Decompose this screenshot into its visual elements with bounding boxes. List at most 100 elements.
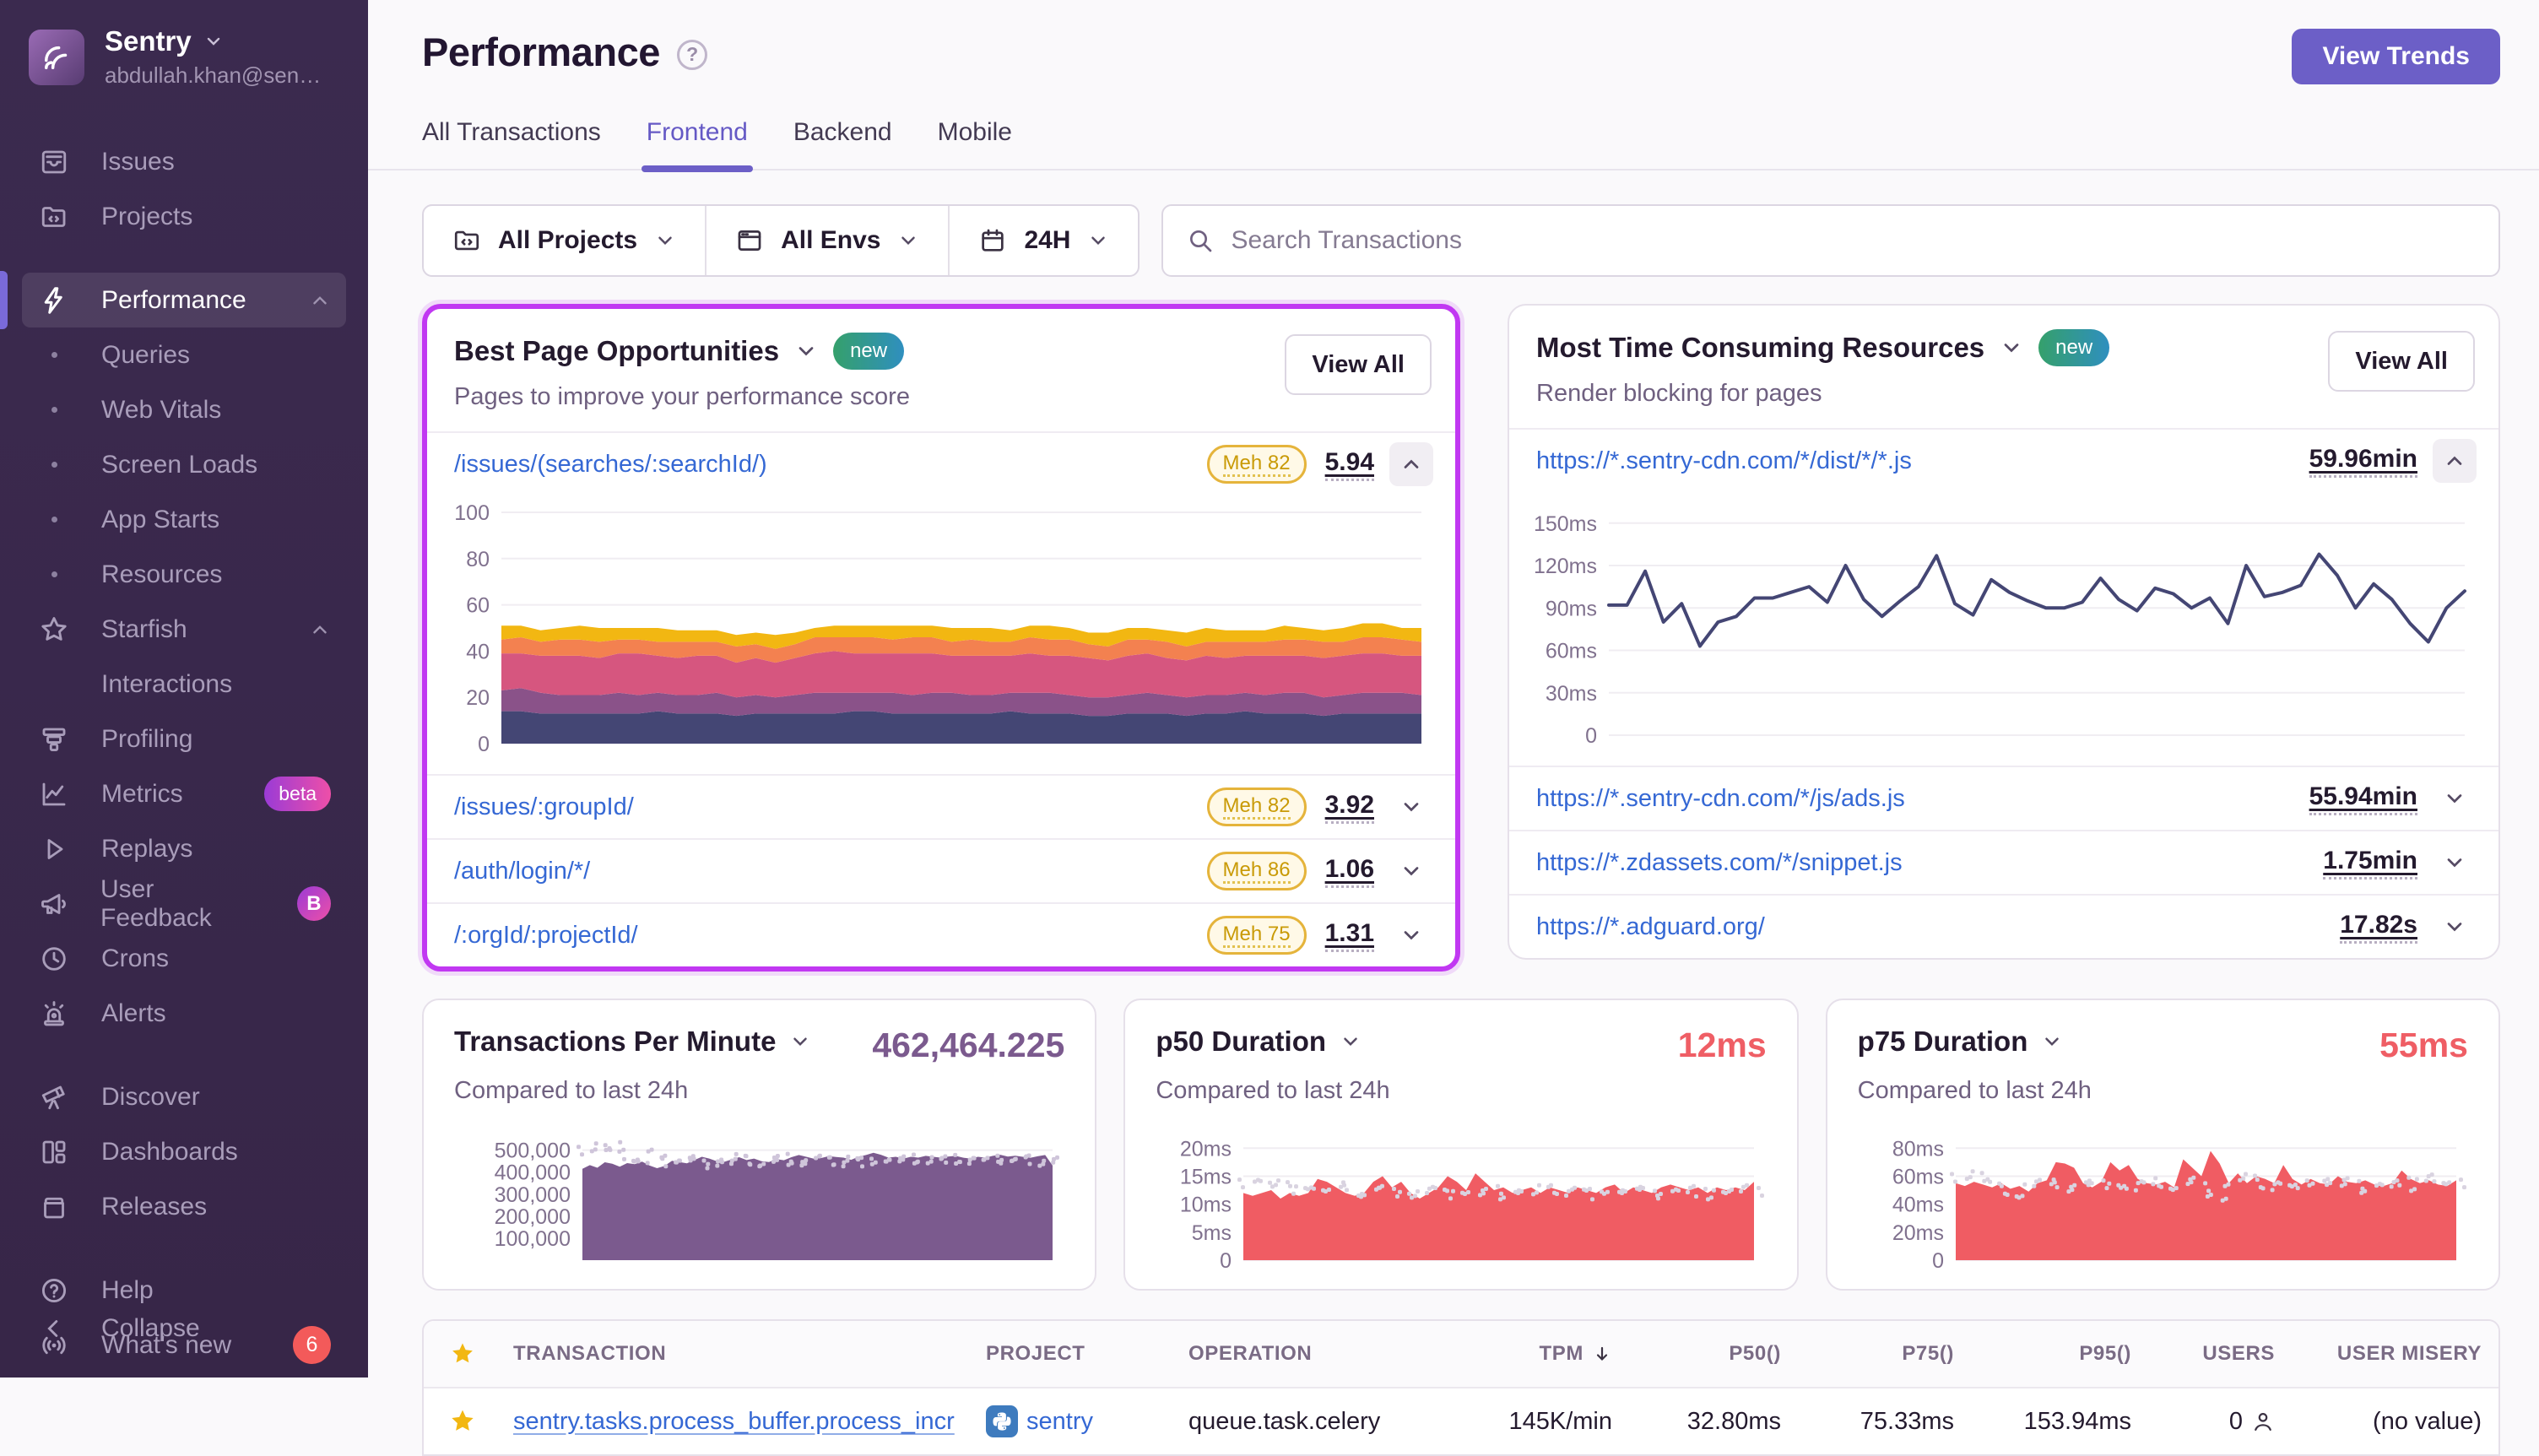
- opportunity-value[interactable]: 1.06: [1325, 855, 1374, 888]
- svg-text:80: 80: [466, 548, 490, 571]
- expand-row-button[interactable]: [1389, 785, 1433, 829]
- view-trends-button[interactable]: View Trends: [2292, 29, 2500, 84]
- tab-all-transactions[interactable]: All Transactions: [422, 118, 601, 169]
- resource-value[interactable]: 17.82s: [2340, 911, 2417, 944]
- col-p75[interactable]: P75(): [1793, 1342, 1966, 1366]
- star-icon: [450, 1341, 475, 1367]
- resource-value[interactable]: 1.75min: [2323, 847, 2417, 880]
- opportunity-value[interactable]: 3.92: [1325, 791, 1374, 824]
- transaction-link[interactable]: sentry.tasks.process_buffer.process_incr: [513, 1408, 955, 1436]
- page-title: Performance ?: [422, 29, 707, 75]
- col-project[interactable]: PROJECT: [974, 1342, 1177, 1366]
- view-all-button[interactable]: View All: [2328, 331, 2475, 392]
- projects-icon: [35, 202, 73, 232]
- help-icon[interactable]: ?: [677, 40, 707, 70]
- sidebar-item-app-starts[interactable]: App Starts: [22, 492, 346, 547]
- telescope-icon: [35, 1082, 73, 1112]
- sidebar-item-label: Resources: [101, 560, 222, 589]
- page-link[interactable]: /issues/(searches/:searchId/): [454, 451, 1207, 479]
- sidebar-item-user-feedback[interactable]: User FeedbackB: [22, 876, 346, 931]
- sidebar-item-discover[interactable]: Discover: [22, 1069, 346, 1124]
- expand-row-button[interactable]: [2433, 905, 2477, 949]
- svg-text:10ms: 10ms: [1180, 1193, 1232, 1217]
- transactions-table: TRANSACTION PROJECT OPERATION TPM P50() …: [422, 1319, 2500, 1456]
- resource-value[interactable]: 55.94min: [2309, 782, 2417, 815]
- col-p50[interactable]: P50(): [1624, 1342, 1793, 1366]
- sidebar-item-web-vitals[interactable]: Web Vitals: [22, 382, 346, 437]
- date-range-filter[interactable]: 24H: [950, 206, 1138, 275]
- page-link[interactable]: /issues/:groupId/: [454, 793, 1207, 821]
- expand-row-button[interactable]: [1389, 913, 1433, 957]
- favorite-toggle[interactable]: [424, 1408, 501, 1435]
- sidebar-item-resources[interactable]: Resources: [22, 547, 346, 602]
- col-tpm[interactable]: TPM: [1455, 1342, 1624, 1366]
- col-operation[interactable]: OPERATION: [1177, 1342, 1455, 1366]
- star-column-header[interactable]: [424, 1341, 501, 1367]
- svg-text:30ms: 30ms: [1546, 682, 1597, 706]
- view-all-button[interactable]: View All: [1285, 334, 1432, 395]
- opportunity-row: /issues/(searches/:searchId/) Meh 82 5.9…: [427, 431, 1455, 495]
- sidebar-item-crons[interactable]: Crons: [22, 931, 346, 986]
- sidebar-item-dashboards[interactable]: Dashboards: [22, 1124, 346, 1179]
- expand-row-button[interactable]: [1389, 849, 1433, 893]
- sidebar-item-projects[interactable]: Projects: [22, 189, 346, 244]
- opportunity-value[interactable]: 1.31: [1325, 919, 1374, 952]
- org-switcher[interactable]: Sentry abdullah.khan@sen…: [22, 25, 346, 89]
- filter-bar: All Projects All Envs 24H: [422, 204, 1140, 277]
- sidebar-item-metrics[interactable]: Metricsbeta: [22, 766, 346, 821]
- tab-frontend[interactable]: Frontend: [647, 118, 748, 169]
- resource-link[interactable]: https://*.adguard.org/: [1536, 913, 2340, 941]
- col-users[interactable]: USERS: [2143, 1342, 2287, 1366]
- svg-text:100: 100: [454, 502, 490, 525]
- search-input[interactable]: [1231, 226, 2475, 255]
- opportunity-value[interactable]: 5.94: [1325, 448, 1374, 481]
- resource-link[interactable]: https://*.sentry-cdn.com/*/js/ads.js: [1536, 785, 2309, 813]
- resource-value[interactable]: 59.96min: [2309, 445, 2417, 478]
- sidebar-item-releases[interactable]: Releases: [22, 1179, 346, 1234]
- page-link[interactable]: /:orgId/:projectId/: [454, 922, 1207, 950]
- chevron-down-icon[interactable]: [1340, 1031, 1362, 1053]
- page-link[interactable]: /auth/login/*/: [454, 858, 1207, 885]
- star-icon: [35, 614, 73, 645]
- collapse-row-button[interactable]: [2433, 439, 2477, 483]
- score-badge: Meh 82: [1207, 788, 1307, 826]
- sidebar-item-screen-loads[interactable]: Screen Loads: [22, 437, 346, 492]
- tab-backend[interactable]: Backend: [793, 118, 892, 169]
- col-p95[interactable]: P95(): [1966, 1342, 2143, 1366]
- env-filter-label: All Envs: [781, 226, 880, 255]
- sidebar-item-issues[interactable]: Issues: [22, 134, 346, 189]
- expand-row-button[interactable]: [2433, 777, 2477, 820]
- bullet-icon: [35, 571, 73, 577]
- p50-cell: 32.80ms: [1624, 1408, 1793, 1436]
- env-filter[interactable]: All Envs: [706, 206, 950, 275]
- col-user-misery[interactable]: USER MISERY: [2287, 1342, 2493, 1366]
- chevron-down-icon[interactable]: [789, 1031, 811, 1053]
- card-value: 12ms: [1678, 1026, 1767, 1065]
- sidebar-item-replays[interactable]: Replays: [22, 821, 346, 876]
- sidebar-item-profiling[interactable]: Profiling: [22, 712, 346, 766]
- collapse-row-button[interactable]: [1389, 442, 1433, 486]
- project-filter[interactable]: All Projects: [424, 206, 706, 275]
- p75-card: p75 Duration 55ms Compared to last 24h 8…: [1826, 999, 2500, 1291]
- sidebar-item-alerts[interactable]: Alerts: [22, 986, 346, 1041]
- project-link[interactable]: sentry: [1026, 1408, 1093, 1436]
- sidebar-item-collapse[interactable]: Collapse: [22, 1301, 346, 1356]
- sidebar-item-interactions[interactable]: Interactions: [22, 657, 346, 712]
- sort-desc-icon: [1592, 1344, 1612, 1364]
- sidebar-item-starfish[interactable]: Starfish: [22, 602, 346, 657]
- col-transaction[interactable]: TRANSACTION: [501, 1342, 974, 1366]
- chevron-down-icon[interactable]: [794, 339, 818, 363]
- chevron-down-icon[interactable]: [2041, 1031, 2063, 1053]
- resource-link[interactable]: https://*.sentry-cdn.com/*/dist/*/*.js: [1536, 447, 2309, 475]
- releases-icon: [35, 1192, 73, 1222]
- sidebar-item-queries[interactable]: Queries: [22, 327, 346, 382]
- tab-mobile[interactable]: Mobile: [938, 118, 1012, 169]
- search-transactions[interactable]: [1161, 204, 2500, 277]
- resource-link[interactable]: https://*.zdassets.com/*/snippet.js: [1536, 849, 2323, 877]
- sidebar-item-label: Screen Loads: [101, 451, 257, 479]
- window-icon: [735, 226, 764, 255]
- chevron-down-icon[interactable]: [2000, 336, 2023, 360]
- expand-row-button[interactable]: [2433, 841, 2477, 885]
- chevron-down-icon: [2443, 787, 2466, 810]
- sidebar-item-performance[interactable]: Performance: [22, 273, 346, 327]
